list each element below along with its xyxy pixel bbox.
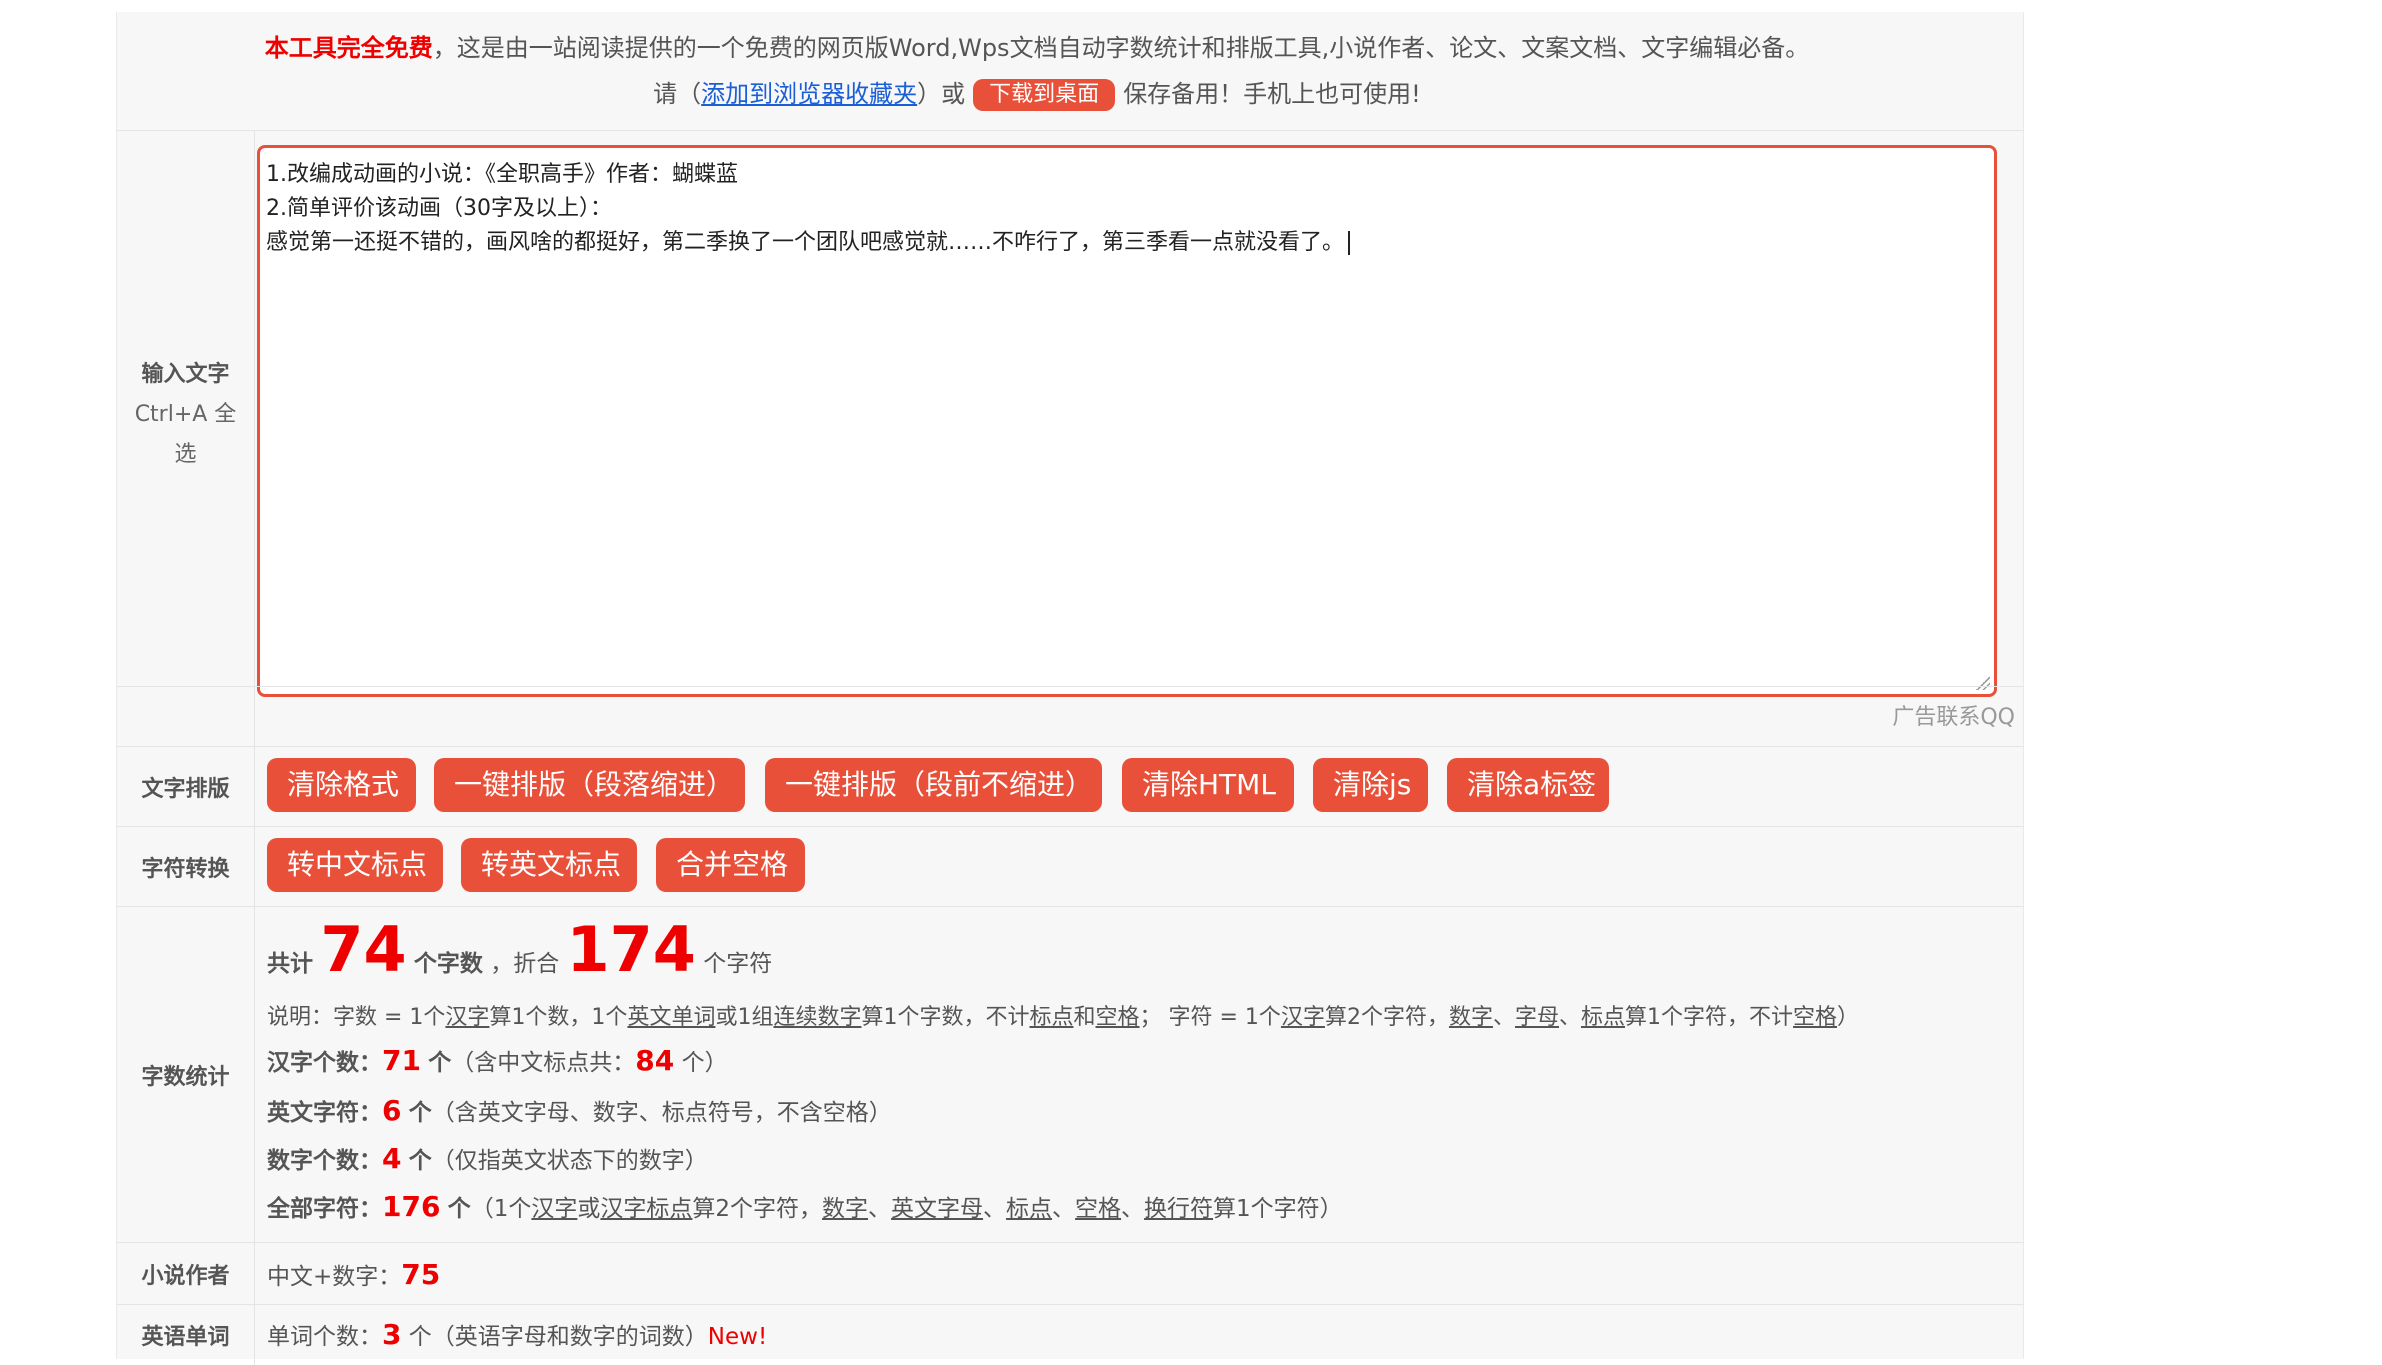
hanzi-count-line: 汉字个数：71 个（含中文标点共：84 个） [267, 1044, 728, 1077]
clear-a-tag-button[interactable]: 清除a标签 [1447, 758, 1609, 812]
clear-js-button[interactable]: 清除js [1313, 758, 1428, 812]
text-line: 感觉第一还挺不错的，画风啥的都挺好，第二季换了一个团队吧感觉就……不咋行了，第三… [266, 226, 1988, 260]
hanzi-punct-count: 84 [635, 1044, 675, 1077]
total-count-line: 共计 74 个字数 ，折合 174 个字符 [267, 913, 772, 986]
equiv-text: ，折合 [490, 951, 560, 977]
all-chars-line: 全部字符：176 个（1个汉字或汉字标点算2个字符，数字、英文字母、标点、空格、… [267, 1190, 1343, 1223]
english-count-line: 英文字符：6 个（含英文字母、数字、标点符号，不含空格） [267, 1094, 892, 1127]
select-all-hint: Ctrl+A 全 [134, 402, 237, 427]
word-count: 74 [320, 913, 407, 986]
convert-label: 字符转换 [117, 827, 255, 907]
hanzi-count: 71 [382, 1044, 421, 1077]
bookmark-link[interactable]: 添加到浏览器收藏夹 [701, 80, 917, 108]
stats-row: 字数统计 共计 74 个字数 ，折合 174 个字符 说明：字数 = 1个汉字算… [117, 906, 2023, 1243]
digit-count: 4 [382, 1142, 402, 1175]
select-all-hint-cont: 选 [174, 442, 197, 467]
tool-panel: 本工具完全免费，这是由一站阅读提供的一个免费的网页版Word,Wps文档自动字数… [116, 12, 2024, 1365]
ad-row: 广告联系QQ [117, 686, 2023, 747]
novel-count: 75 [401, 1258, 441, 1291]
word-unit: 个字数 [413, 951, 483, 977]
total-prefix: 共计 [267, 951, 313, 977]
word-count-line: 单词个数：3 个（英语字母和数字的词数）New! [267, 1318, 768, 1351]
intro-text: ，这是由一站阅读提供的一个免费的网页版Word,Wps文档自动字数统计和排版工具… [432, 34, 1810, 62]
save-hint: 保存备用！手机上也可使用! [1123, 80, 1421, 108]
text-line: 2.简单评价该动画（30字及以上）： [266, 196, 612, 221]
ad-contact[interactable]: 广告联系QQ [1892, 699, 2015, 731]
digit-count-line: 数字个数：4 个（仅指英文状态下的数字） [267, 1142, 708, 1175]
novel-row: 小说作者 中文+数字：75 [117, 1242, 2023, 1305]
header-row: 本工具完全免费，这是由一站阅读提供的一个免费的网页版Word,Wps文档自动字数… [117, 12, 2023, 130]
input-label-cell: 输入文字 Ctrl+A 全 选 [117, 131, 255, 699]
english-count: 6 [382, 1094, 402, 1127]
auto-format-indent-button[interactable]: 一键排版（段落缩进） [434, 758, 745, 812]
clear-format-button[interactable]: 清除格式 [267, 758, 416, 812]
save-line: 请（添加到浏览器收藏夹）或 下载到桌面 保存备用！手机上也可使用! [117, 74, 1957, 111]
explain-line: 说明：字数 = 1个汉字算1个数，1个英文单词或1组连续数字算1个字数，不计标点… [267, 1005, 1860, 1030]
merge-spaces-button[interactable]: 合并空格 [656, 838, 805, 892]
new-badge: New! [707, 1324, 768, 1350]
english-word-count: 3 [382, 1318, 402, 1351]
text-line: 1.改编成动画的小说：《全职高手》作者：蝴蝶蓝 [266, 162, 738, 187]
text-caret [1348, 231, 1351, 255]
novel-count-line: 中文+数字：75 [267, 1258, 441, 1291]
format-label: 文字排版 [117, 747, 255, 827]
intro-line: 本工具完全免费，这是由一站阅读提供的一个免费的网页版Word,Wps文档自动字数… [117, 28, 1957, 63]
format-row: 文字排版 清除格式 一键排版（段落缩进） 一键排版（段前不缩进） 清除HTML … [117, 746, 2023, 827]
free-label: 本工具完全免费 [264, 34, 433, 62]
or-text: ）或 [917, 80, 966, 108]
convert-row: 字符转换 转中文标点 转英文标点 合并空格 [117, 826, 2023, 907]
text-input-area[interactable]: 1.改编成动画的小说：《全职高手》作者：蝴蝶蓝 2.简单评价该动画（30字及以上… [257, 145, 1997, 697]
english-words-row: 英语单词 单词个数：3 个（英语字母和数字的词数）New! [117, 1304, 2023, 1365]
stats-label: 字数统计 [117, 907, 255, 1243]
please-text: 请（ [653, 80, 702, 108]
novel-label: 小说作者 [117, 1243, 255, 1305]
to-chinese-punct-button[interactable]: 转中文标点 [267, 838, 443, 892]
char-count: 174 [566, 913, 696, 986]
all-char-count: 176 [382, 1190, 441, 1223]
english-words-label: 英语单词 [117, 1305, 255, 1365]
download-button[interactable]: 下载到桌面 [973, 79, 1116, 111]
ad-label-cell [117, 687, 255, 747]
input-label: 输入文字 [141, 362, 230, 387]
char-unit: 个字符 [703, 951, 773, 977]
clear-html-button[interactable]: 清除HTML [1122, 758, 1294, 812]
auto-format-no-indent-button[interactable]: 一键排版（段前不缩进） [765, 758, 1102, 812]
to-english-punct-button[interactable]: 转英文标点 [461, 838, 637, 892]
input-row: 输入文字 Ctrl+A 全 选 1.改编成动画的小说：《全职高手》作者：蝴蝶蓝 … [117, 130, 2023, 699]
